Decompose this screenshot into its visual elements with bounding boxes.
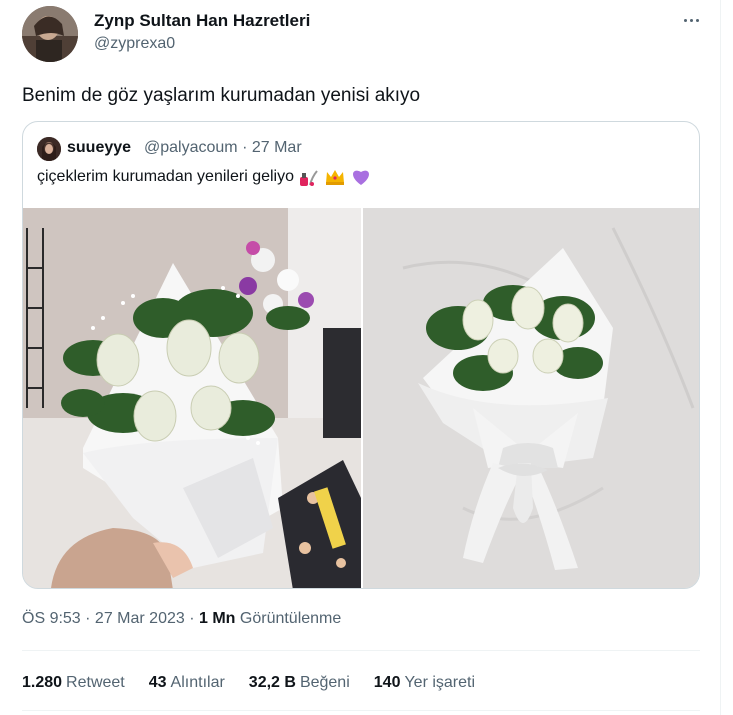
quotes-label: Alıntılar [170,674,225,691]
likes-count: 32,2 B [248,674,296,691]
quoted-text: çiçeklerim kurumadan yenileri geliyo [37,168,294,185]
quoted-handle[interactable]: @palyacoum [144,139,238,156]
tweet-timestamp[interactable]: ÖS 9:53 · 27 Mar 2023 · [22,610,199,627]
divider [22,650,700,651]
author-avatar[interactable] [22,6,78,62]
bookmarks-count: 140 [373,674,401,691]
stats-row: 1.280 Retweet 43 Alıntılar 32,2 B Beğeni 14… [22,674,475,692]
quoted-tweet[interactable]: suueyye @palyacoum · 27 Mar çiçeklerim k… [22,121,700,589]
author-name[interactable]: Zynp Sultan Han Hazretleri [94,11,310,31]
quoted-meta: @palyacoum · 27 Mar [144,139,302,157]
crown-icon [324,167,346,187]
retweets-count: 1.280 [22,674,63,691]
bottom-divider [22,710,700,711]
retweets-label: Retweet [66,674,125,691]
likes-label: Beğeni [299,674,350,691]
quoted-date[interactable]: 27 Mar [252,139,302,156]
quoted-text-row: çiçeklerim kurumadan yenileri geliyo [37,167,372,187]
timestamp-row: ÖS 9:53 · 27 Mar 2023 · 1 Mn Görüntülenm… [22,610,341,628]
bookmarks-label: Yer işareti [404,674,476,691]
retweets-stat[interactable]: 1.280 Retweet [22,674,125,692]
quotes-count: 43 [148,674,167,691]
likes-stat[interactable]: 32,2 B Beğeni [249,674,350,692]
tweet-text: Benim de göz yaşlarım kurumadan yenisi a… [22,85,421,106]
author-handle[interactable]: @zyprexa0 [94,35,175,53]
quoted-avatar[interactable] [37,137,61,161]
bouquet-photo-2[interactable] [363,208,699,588]
purple-heart-icon [350,167,372,187]
nail-polish-icon [298,167,320,187]
timeline-border [720,0,721,715]
bouquet-photo-1[interactable] [23,208,361,588]
quotes-stat[interactable]: 43 Alıntılar [149,674,225,692]
quoted-name[interactable]: suueyye [67,139,131,157]
more-options-icon[interactable] [679,10,703,30]
views-label: Görüntülenme [239,610,342,627]
quoted-separator: · [242,139,248,156]
views-count: 1 Mn [198,610,236,627]
bookmarks-stat[interactable]: 140 Yer işareti [374,674,475,692]
